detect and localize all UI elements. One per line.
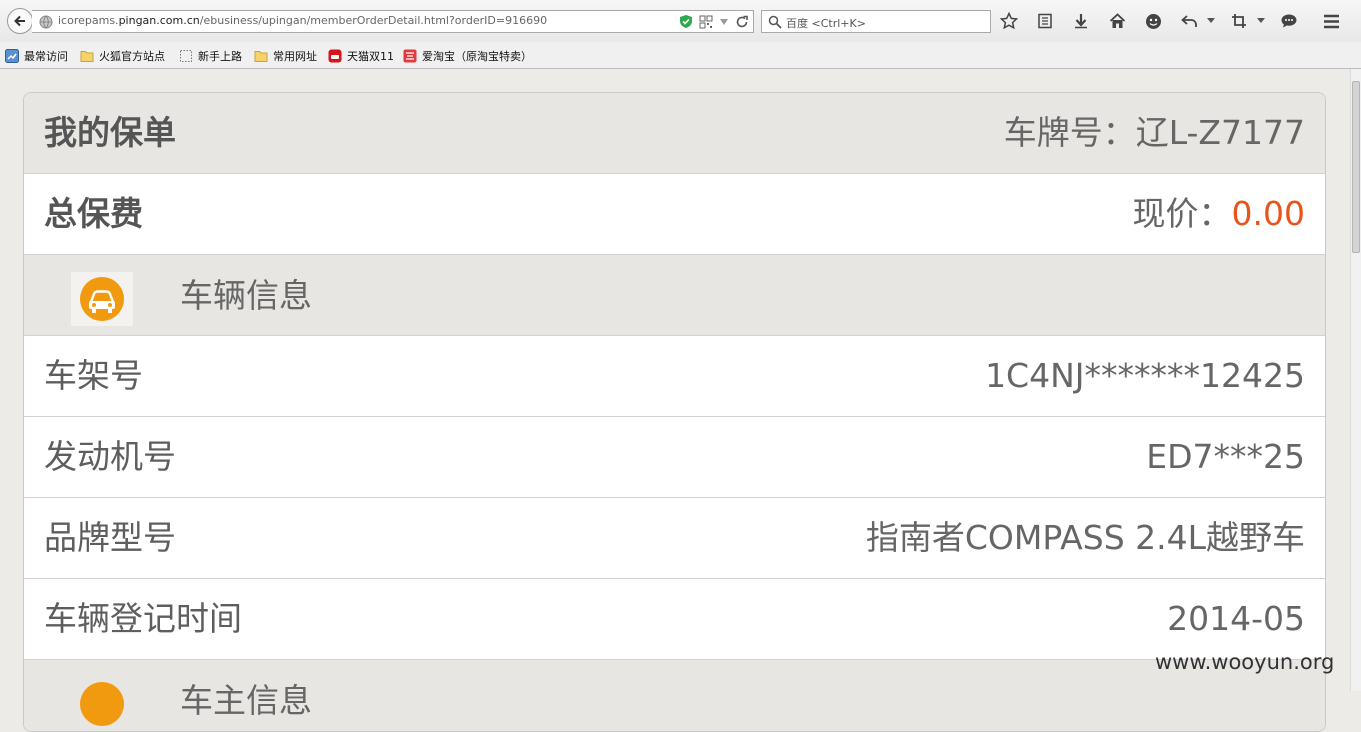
dropdown-arrow-icon[interactable]: [719, 18, 729, 26]
browser-toolbar: icorepams.pingan.com.cn/ebusiness/upinga…: [0, 0, 1361, 42]
bookmarks-menu-icon[interactable]: [1036, 12, 1054, 30]
vehicle-info-section-header[interactable]: 车辆信息: [24, 255, 1325, 336]
policy-header: 我的保单 车牌号：辽L-Z7177: [24, 93, 1325, 174]
row-label: 车辆登记时间: [44, 599, 242, 638]
crop-dropdown-icon[interactable]: [1256, 12, 1266, 30]
page-title: 我的保单: [44, 113, 176, 152]
qr-code-icon[interactable]: [699, 15, 713, 29]
speech-bubble-icon[interactable]: [1280, 12, 1298, 30]
bookmark-label: 爱淘宝（原淘宝特卖）: [422, 50, 532, 63]
bookmark-label: 常用网址: [273, 50, 317, 63]
bookmark-label: 火狐官方站点: [99, 50, 165, 63]
bookmark-label: 新手上路: [198, 50, 242, 63]
bookmark-getting-started[interactable]: 新手上路: [179, 48, 242, 64]
chat-face-icon[interactable]: [1144, 12, 1162, 30]
row-value: 1C4NJ*******12425: [985, 356, 1305, 395]
premium-row: 总保费 现价：0.00: [24, 174, 1325, 255]
folder-icon: [80, 51, 94, 62]
bookmark-common-sites[interactable]: 常用网址: [254, 48, 317, 64]
row-value: 2014-05: [1167, 599, 1305, 638]
row-label: 发动机号: [44, 437, 176, 476]
most-visited-icon: [5, 49, 19, 63]
crop-icon[interactable]: [1230, 12, 1248, 30]
plate-number: 车牌号：辽L-Z7177: [1003, 113, 1305, 152]
back-button[interactable]: [7, 8, 33, 34]
url-bar[interactable]: icorepams.pingan.com.cn/ebusiness/upinga…: [32, 10, 754, 33]
dotted-page-icon: [180, 50, 192, 62]
info-row-brand-model: 品牌型号 指南者COMPASS 2.4L越野车: [24, 498, 1325, 579]
aitaobao-icon: [403, 49, 417, 63]
vehicle-info-title: 车辆信息: [180, 276, 312, 315]
search-input[interactable]: 百度 <Ctrl+K>: [761, 10, 991, 33]
bookmark-most-visited[interactable]: 最常访问: [5, 48, 68, 64]
reload-icon[interactable]: [735, 15, 749, 29]
back-arrow-icon: [14, 15, 25, 27]
globe-icon: [39, 15, 53, 29]
price-display: 现价：0.00: [1133, 174, 1305, 254]
price-value: 0.00: [1231, 194, 1305, 233]
row-label: 车架号: [44, 356, 143, 395]
row-label: 品牌型号: [44, 518, 176, 557]
bookmark-label: 最常访问: [24, 50, 68, 63]
bookmark-firefox-sites[interactable]: 火狐官方站点: [80, 48, 165, 64]
price-label: 现价：: [1132, 194, 1232, 233]
owner-info-section-header[interactable]: 车主信息: [24, 660, 1325, 731]
undo-dropdown-icon[interactable]: [1206, 12, 1216, 30]
download-icon[interactable]: [1072, 12, 1090, 30]
home-icon[interactable]: [1108, 12, 1126, 30]
bookmark-tmall[interactable]: 天猫双11: [328, 48, 394, 64]
car-icon: [71, 272, 133, 326]
menu-icon[interactable]: [1322, 12, 1340, 30]
undo-icon[interactable]: [1180, 12, 1198, 30]
row-value: 指南者COMPASS 2.4L越野车: [865, 518, 1305, 557]
person-icon: [71, 677, 133, 731]
row-value: ED7***25: [1146, 437, 1305, 476]
page-scrollbar[interactable]: [1350, 69, 1361, 691]
search-icon: [768, 15, 782, 29]
tmall-icon: [328, 49, 342, 63]
owner-info-title: 车主信息: [180, 681, 312, 720]
info-row-registration-date: 车辆登记时间 2014-05: [24, 579, 1325, 660]
info-row-engine-number: 发动机号 ED7***25: [24, 417, 1325, 498]
bookmarks-bar: 最常访问 火狐官方站点 新手上路 常用网址 天猫双11 爱淘宝（原淘宝特卖）: [0, 42, 1361, 69]
policy-card: 我的保单 车牌号：辽L-Z7177 总保费 现价：0.00 车辆信息 车架号 1…: [23, 92, 1326, 732]
premium-label: 总保费: [44, 194, 143, 233]
url-text: icorepams.pingan.com.cn/ebusiness/upinga…: [58, 14, 548, 27]
bookmark-label: 天猫双11: [347, 50, 394, 63]
search-placeholder: 百度 <Ctrl+K>: [786, 17, 866, 30]
shield-icon[interactable]: [679, 14, 693, 29]
scrollbar-thumb[interactable]: [1352, 81, 1360, 253]
bookmark-aitaobao[interactable]: 爱淘宝（原淘宝特卖）: [403, 48, 532, 64]
folder-icon: [254, 51, 268, 62]
watermark: www.wooyun.org: [1155, 650, 1335, 674]
bookmark-star-icon[interactable]: [1000, 12, 1018, 30]
info-row-vin: 车架号 1C4NJ*******12425: [24, 336, 1325, 417]
